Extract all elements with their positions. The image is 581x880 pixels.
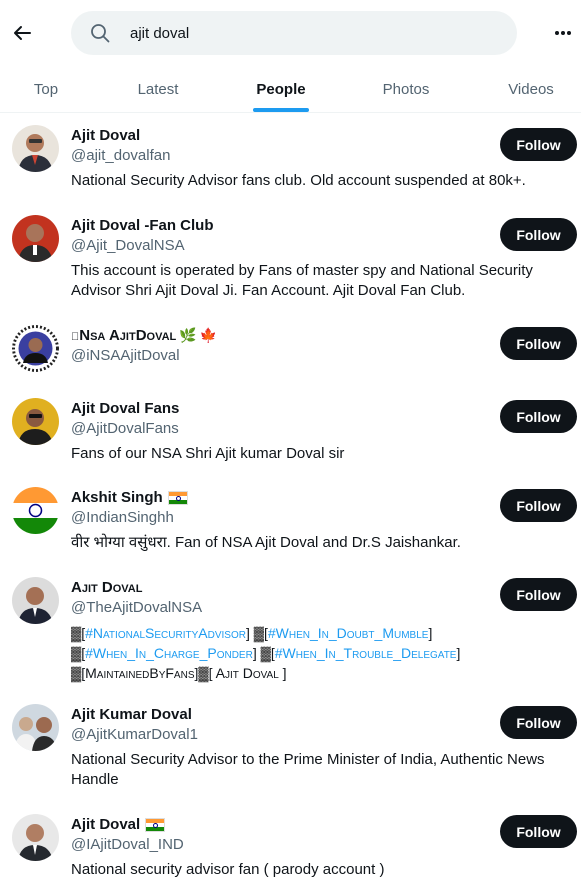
- follow-button[interactable]: Follow: [500, 128, 577, 161]
- hashtag-link[interactable]: #When_In_Trouble_Delegate: [275, 645, 457, 661]
- tab-people[interactable]: People: [253, 66, 309, 112]
- search-tabs: Top Latest People Photos Videos: [0, 66, 581, 113]
- user-handle[interactable]: @AjitDovalFans: [71, 420, 179, 437]
- user-cell[interactable]: Ajit Doval Fans @AjitDovalFans Fans of o…: [0, 388, 581, 477]
- user-cell[interactable]: Ajit Doval -Fan Club @Ajit_DovalNSA This…: [0, 203, 581, 313]
- active-tab-indicator: [253, 108, 309, 112]
- search-input[interactable]: [128, 23, 492, 43]
- avatar[interactable]: [12, 398, 59, 445]
- top-bar: [0, 0, 581, 66]
- user-name[interactable]: Ajit Doval: [71, 816, 166, 833]
- user-name[interactable]: Ajit Doval: [71, 579, 142, 596]
- user-cell[interactable]: Ajit Doval @ajit_dovalfan National Secur…: [0, 113, 581, 203]
- user-name[interactable]: Ajit Doval Fans: [71, 400, 179, 417]
- search-icon: [90, 23, 110, 43]
- people-list: Ajit Doval @ajit_dovalfan National Secur…: [0, 113, 581, 878]
- user-handle[interactable]: @IndianSinghh: [71, 509, 174, 526]
- user-handle[interactable]: @Ajit_DovalNSA: [71, 237, 185, 254]
- hashtag-link[interactable]: #NationalSecurityAdvisor: [85, 625, 246, 641]
- follow-button[interactable]: Follow: [500, 218, 577, 251]
- avatar[interactable]: [12, 215, 59, 262]
- avatar[interactable]: [12, 704, 59, 751]
- user-handle[interactable]: @ajit_dovalfan: [71, 147, 170, 164]
- search-box[interactable]: [71, 11, 517, 55]
- user-name[interactable]: Ajit Doval: [71, 127, 140, 144]
- follow-button[interactable]: Follow: [500, 489, 577, 522]
- follow-button[interactable]: Follow: [500, 706, 577, 739]
- user-cell[interactable]: Ajit Kumar Doval @AjitKumarDoval1 Nation…: [0, 694, 581, 804]
- avatar[interactable]: [12, 325, 59, 372]
- avatar[interactable]: [12, 125, 59, 172]
- more-button[interactable]: [551, 22, 575, 44]
- user-bio: वीर भोग्या वसुंधरा. Fan of NSA Ajit Dova…: [71, 534, 461, 551]
- user-bio: National Security Advisor fans club. Old…: [71, 172, 526, 189]
- user-cell[interactable]: Ajit Doval @IAjitDoval_IND National secu…: [0, 804, 581, 880]
- follow-button[interactable]: Follow: [500, 327, 577, 360]
- hashtag-link[interactable]: #When_In_Charge_Ponder: [85, 645, 253, 661]
- herb-icon: 🌿: [179, 327, 197, 343]
- tab-top[interactable]: Top: [20, 66, 72, 112]
- maple-leaf-icon: 🍁: [199, 327, 218, 343]
- more-horizontal-icon: [555, 31, 571, 35]
- user-name[interactable]: ɪNsa AjitDoval 🌿 🍁: [71, 327, 217, 344]
- arrow-left-icon: [14, 26, 31, 40]
- follow-button[interactable]: Follow: [500, 400, 577, 433]
- india-flag-icon: [167, 490, 188, 505]
- user-handle[interactable]: @TheAjitDovalNSA: [71, 599, 202, 616]
- user-bio: This account is operated by Fans of mast…: [71, 262, 533, 299]
- user-cell[interactable]: ɪNsa AjitDoval 🌿 🍁 @iNSAAjitDoval: [0, 313, 581, 388]
- user-bio: ▓[#NationalSecurityAdvisor] ▓[#When_In_D…: [71, 625, 461, 681]
- hashtag-link[interactable]: #When_In_Doubt_Mumble: [268, 625, 429, 641]
- user-bio: National security advisor fan ( parody a…: [71, 861, 385, 878]
- user-handle[interactable]: @IAjitDoval_IND: [71, 836, 184, 853]
- user-handle[interactable]: @iNSAAjitDoval: [71, 347, 180, 364]
- tab-videos[interactable]: Videos: [496, 66, 566, 112]
- avatar[interactable]: [12, 577, 59, 624]
- user-bio: National Security Advisor to the Prime M…: [71, 751, 545, 788]
- user-handle[interactable]: @AjitKumarDoval1: [71, 726, 198, 743]
- tab-latest[interactable]: Latest: [120, 66, 196, 112]
- india-flag-icon: [145, 817, 166, 832]
- user-name[interactable]: Ajit Doval -Fan Club: [71, 217, 214, 234]
- user-cell[interactable]: Akshit Singh @IndianSinghh वीर भोग्या वस…: [0, 477, 581, 567]
- user-name[interactable]: Akshit Singh: [71, 489, 188, 506]
- avatar[interactable]: [12, 814, 59, 861]
- follow-button[interactable]: Follow: [500, 815, 577, 848]
- user-bio: Fans of our NSA Shri Ajit kumar Doval si…: [71, 445, 345, 462]
- back-button[interactable]: [8, 19, 36, 47]
- tab-photos[interactable]: Photos: [370, 66, 442, 112]
- avatar[interactable]: [12, 487, 59, 534]
- user-cell[interactable]: Ajit Doval @TheAjitDovalNSA ▓[#NationalS…: [0, 567, 581, 694]
- user-name[interactable]: Ajit Kumar Doval: [71, 706, 192, 723]
- follow-button[interactable]: Follow: [500, 578, 577, 611]
